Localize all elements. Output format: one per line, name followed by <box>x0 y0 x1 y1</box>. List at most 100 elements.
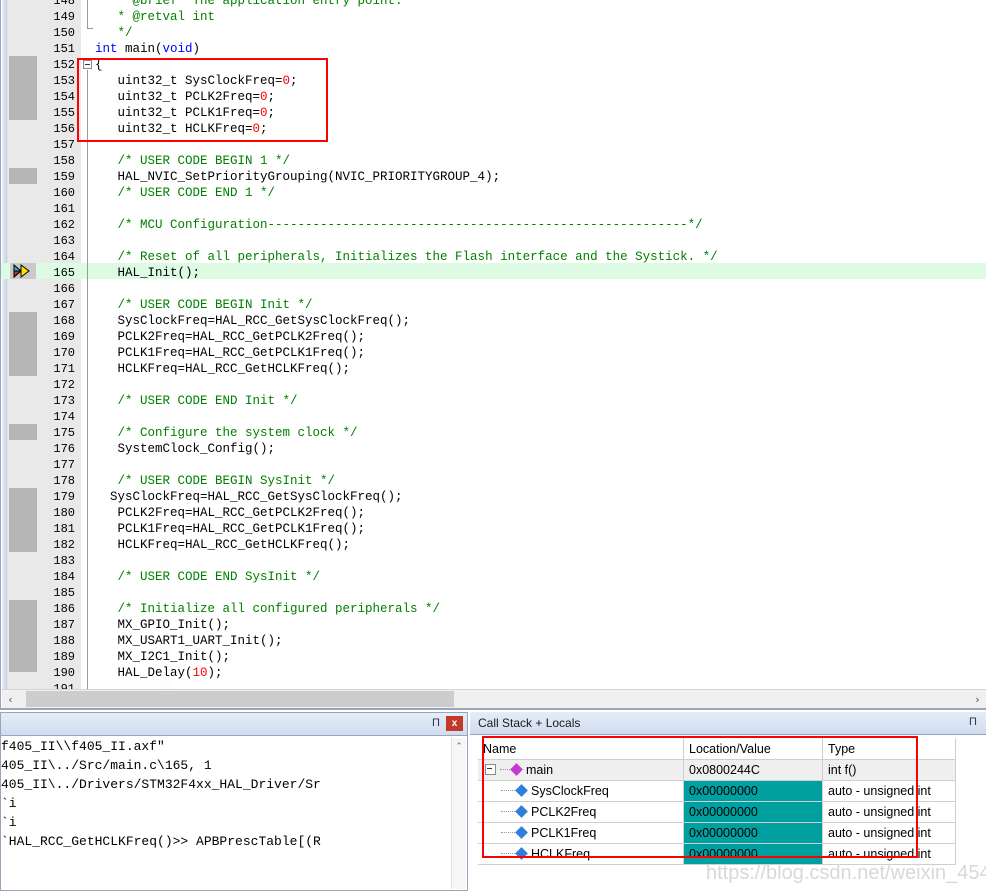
locals-value-cell[interactable]: 0x00000000 <box>683 822 823 844</box>
code-text[interactable]: HAL_Delay(10); <box>95 665 223 681</box>
code-line[interactable]: 163 <box>1 233 986 249</box>
scroll-right-arrow-icon[interactable]: › <box>969 690 986 708</box>
scroll-left-arrow-icon[interactable]: ‹ <box>2 690 19 708</box>
code-line[interactable]: 190 HAL_Delay(10); <box>1 665 986 681</box>
code-text[interactable]: MX_GPIO_Init(); <box>95 617 231 633</box>
locals-value-cell[interactable]: 0x00000000 <box>683 843 823 865</box>
locals-name-cell[interactable]: HCLKFreq <box>478 843 684 865</box>
code-line[interactable]: 165 HAL_Init(); <box>1 265 986 281</box>
code-line[interactable]: 175 /* Configure the system clock */ <box>1 425 986 441</box>
code-text[interactable]: HAL_NVIC_SetPriorityGrouping(NVIC_PRIORI… <box>95 169 501 185</box>
locals-name-cell[interactable]: main <box>478 759 684 781</box>
locals-value-cell[interactable]: 0x0800244C <box>683 759 823 781</box>
expander-icon[interactable] <box>485 764 496 776</box>
code-line[interactable]: 177 <box>1 457 986 473</box>
code-line[interactable]: 148 * @brief The application entry point… <box>1 0 986 9</box>
code-line[interactable]: 168 SysClockFreq=HAL_RCC_GetSysClockFreq… <box>1 313 986 329</box>
code-line[interactable]: 172 <box>1 377 986 393</box>
code-text[interactable]: SysClockFreq=HAL_RCC_GetSysClockFreq(); <box>95 313 411 329</box>
command-vertical-scrollbar[interactable]: ⌃ <box>451 738 466 889</box>
locals-name-cell[interactable]: SysClockFreq <box>478 780 684 802</box>
command-output-text[interactable]: f405_II\\f405_II.axf" 405_II\../Src/main.… <box>1 737 467 890</box>
command-window-pane[interactable]: Π x f405_II\\f405_II.axf" 405_II\../Src/m… <box>0 712 468 891</box>
code-line[interactable]: 151 int main(void) <box>1 41 986 57</box>
code-text[interactable]: /* Reset of all peripherals, Initializes… <box>95 249 718 265</box>
code-line[interactable]: 164 /* Reset of all peripherals, Initial… <box>1 249 986 265</box>
pin-icon[interactable]: Π <box>966 715 980 729</box>
table-row[interactable]: PCLK2Freq 0x00000000 auto - unsigned int <box>478 801 956 823</box>
code-line[interactable]: 186 /* Initialize all configured periphe… <box>1 601 986 617</box>
code-editor[interactable]: 148 * @brief The application entry point… <box>0 0 986 710</box>
code-line[interactable]: 184 /* USER CODE END SysInit */ <box>1 569 986 585</box>
code-text[interactable]: PCLK2Freq=HAL_RCC_GetPCLK2Freq(); <box>95 505 366 521</box>
code-text[interactable]: /* USER CODE END 1 */ <box>95 185 276 201</box>
code-line[interactable]: 158 /* USER CODE BEGIN 1 */ <box>1 153 986 169</box>
code-line[interactable]: 149 * @retval int <box>1 9 986 25</box>
scrollbar-thumb[interactable] <box>26 691 454 707</box>
code-text[interactable]: /* USER CODE BEGIN SysInit */ <box>95 473 336 489</box>
code-line[interactable]: 170 PCLK1Freq=HAL_RCC_GetPCLK1Freq(); <box>1 345 986 361</box>
locals-name-cell[interactable]: PCLK1Freq <box>478 822 684 844</box>
table-row[interactable]: HCLKFreq 0x00000000 auto - unsigned int <box>478 843 956 865</box>
code-line[interactable]: 174 <box>1 409 986 425</box>
locals-table-container[interactable]: Name Location/Value Type main 0x0800244C i… <box>478 738 956 865</box>
column-header-location[interactable]: Location/Value <box>683 738 823 760</box>
code-line[interactable]: 187 MX_GPIO_Init(); <box>1 617 986 633</box>
locals-name-cell[interactable]: PCLK2Freq <box>478 801 684 823</box>
code-text[interactable]: /* MCU Configuration--------------------… <box>95 217 703 233</box>
code-line[interactable]: 150 */ <box>1 25 986 41</box>
code-text[interactable]: /* USER CODE BEGIN 1 */ <box>95 153 291 169</box>
code-line[interactable]: 155 uint32_t PCLK1Freq=0; <box>1 105 986 121</box>
code-line[interactable]: 183 <box>1 553 986 569</box>
code-line[interactable]: 178 /* USER CODE BEGIN SysInit */ <box>1 473 986 489</box>
editor-horizontal-scrollbar[interactable]: ‹ › <box>2 689 986 708</box>
scroll-up-arrow-icon[interactable]: ⌃ <box>452 738 466 754</box>
code-text[interactable]: uint32_t PCLK2Freq=0; <box>95 89 276 105</box>
code-line[interactable]: 152 { <box>1 57 986 73</box>
code-text[interactable]: */ <box>95 25 133 41</box>
code-text[interactable]: uint32_t SysClockFreq=0; <box>95 73 298 89</box>
code-text[interactable]: /* Initialize all configured peripherals… <box>95 601 441 617</box>
code-line[interactable]: 173 /* USER CODE END Init */ <box>1 393 986 409</box>
code-text[interactable]: int main(void) <box>95 41 200 57</box>
code-text[interactable]: MX_I2C1_Init(); <box>95 649 231 665</box>
code-line[interactable]: 157 <box>1 137 986 153</box>
code-line[interactable]: 188 MX_USART1_UART_Init(); <box>1 633 986 649</box>
locals-value-cell[interactable]: 0x00000000 <box>683 801 823 823</box>
code-text[interactable]: /* USER CODE END SysInit */ <box>95 569 321 585</box>
code-text[interactable]: * @retval int <box>95 9 216 25</box>
code-line[interactable]: 181 PCLK1Freq=HAL_RCC_GetPCLK1Freq(); <box>1 521 986 537</box>
code-line[interactable]: 162 /* MCU Configuration----------------… <box>1 217 986 233</box>
code-line[interactable]: 185 <box>1 585 986 601</box>
code-text[interactable]: /* USER CODE END Init */ <box>95 393 298 409</box>
code-text[interactable]: SystemClock_Config(); <box>95 441 276 457</box>
call-stack-locals-pane[interactable]: Call Stack + Locals Π Name Location/Valu… <box>470 712 986 891</box>
code-line[interactable]: 161 <box>1 201 986 217</box>
close-icon[interactable]: x <box>446 716 463 731</box>
code-line[interactable]: 160 /* USER CODE END 1 */ <box>1 185 986 201</box>
code-text[interactable]: /* Configure the system clock */ <box>95 425 358 441</box>
code-text[interactable]: SysClockFreq=HAL_RCC_GetSysClockFreq(); <box>95 489 403 505</box>
code-text[interactable]: { <box>95 57 103 73</box>
code-text[interactable]: /* USER CODE BEGIN Init */ <box>95 297 313 313</box>
code-line[interactable]: 171 HCLKFreq=HAL_RCC_GetHCLKFreq(); <box>1 361 986 377</box>
code-line[interactable]: 167 /* USER CODE BEGIN Init */ <box>1 297 986 313</box>
code-line[interactable]: 189 MX_I2C1_Init(); <box>1 649 986 665</box>
code-line[interactable]: 180 PCLK2Freq=HAL_RCC_GetPCLK2Freq(); <box>1 505 986 521</box>
code-line[interactable]: 166 <box>1 281 986 297</box>
code-text[interactable]: HAL_Init(); <box>95 265 201 281</box>
table-row[interactable]: SysClockFreq 0x00000000 auto - unsigned in… <box>478 780 956 802</box>
code-text[interactable]: HCLKFreq=HAL_RCC_GetHCLKFreq(); <box>95 537 351 553</box>
code-text[interactable]: HCLKFreq=HAL_RCC_GetHCLKFreq(); <box>95 361 351 377</box>
code-text[interactable]: PCLK1Freq=HAL_RCC_GetPCLK1Freq(); <box>95 521 366 537</box>
pin-icon[interactable]: Π <box>429 716 443 730</box>
code-line[interactable]: 176 SystemClock_Config(); <box>1 441 986 457</box>
column-header-type[interactable]: Type <box>822 738 956 760</box>
locals-value-cell[interactable]: 0x00000000 <box>683 780 823 802</box>
code-line[interactable]: 169 PCLK2Freq=HAL_RCC_GetPCLK2Freq(); <box>1 329 986 345</box>
code-text[interactable]: PCLK1Freq=HAL_RCC_GetPCLK1Freq(); <box>95 345 366 361</box>
code-line[interactable]: 154 uint32_t PCLK2Freq=0; <box>1 89 986 105</box>
code-text[interactable]: MX_USART1_UART_Init(); <box>95 633 283 649</box>
column-header-name[interactable]: Name <box>478 738 684 760</box>
code-text[interactable]: uint32_t PCLK1Freq=0; <box>95 105 276 121</box>
